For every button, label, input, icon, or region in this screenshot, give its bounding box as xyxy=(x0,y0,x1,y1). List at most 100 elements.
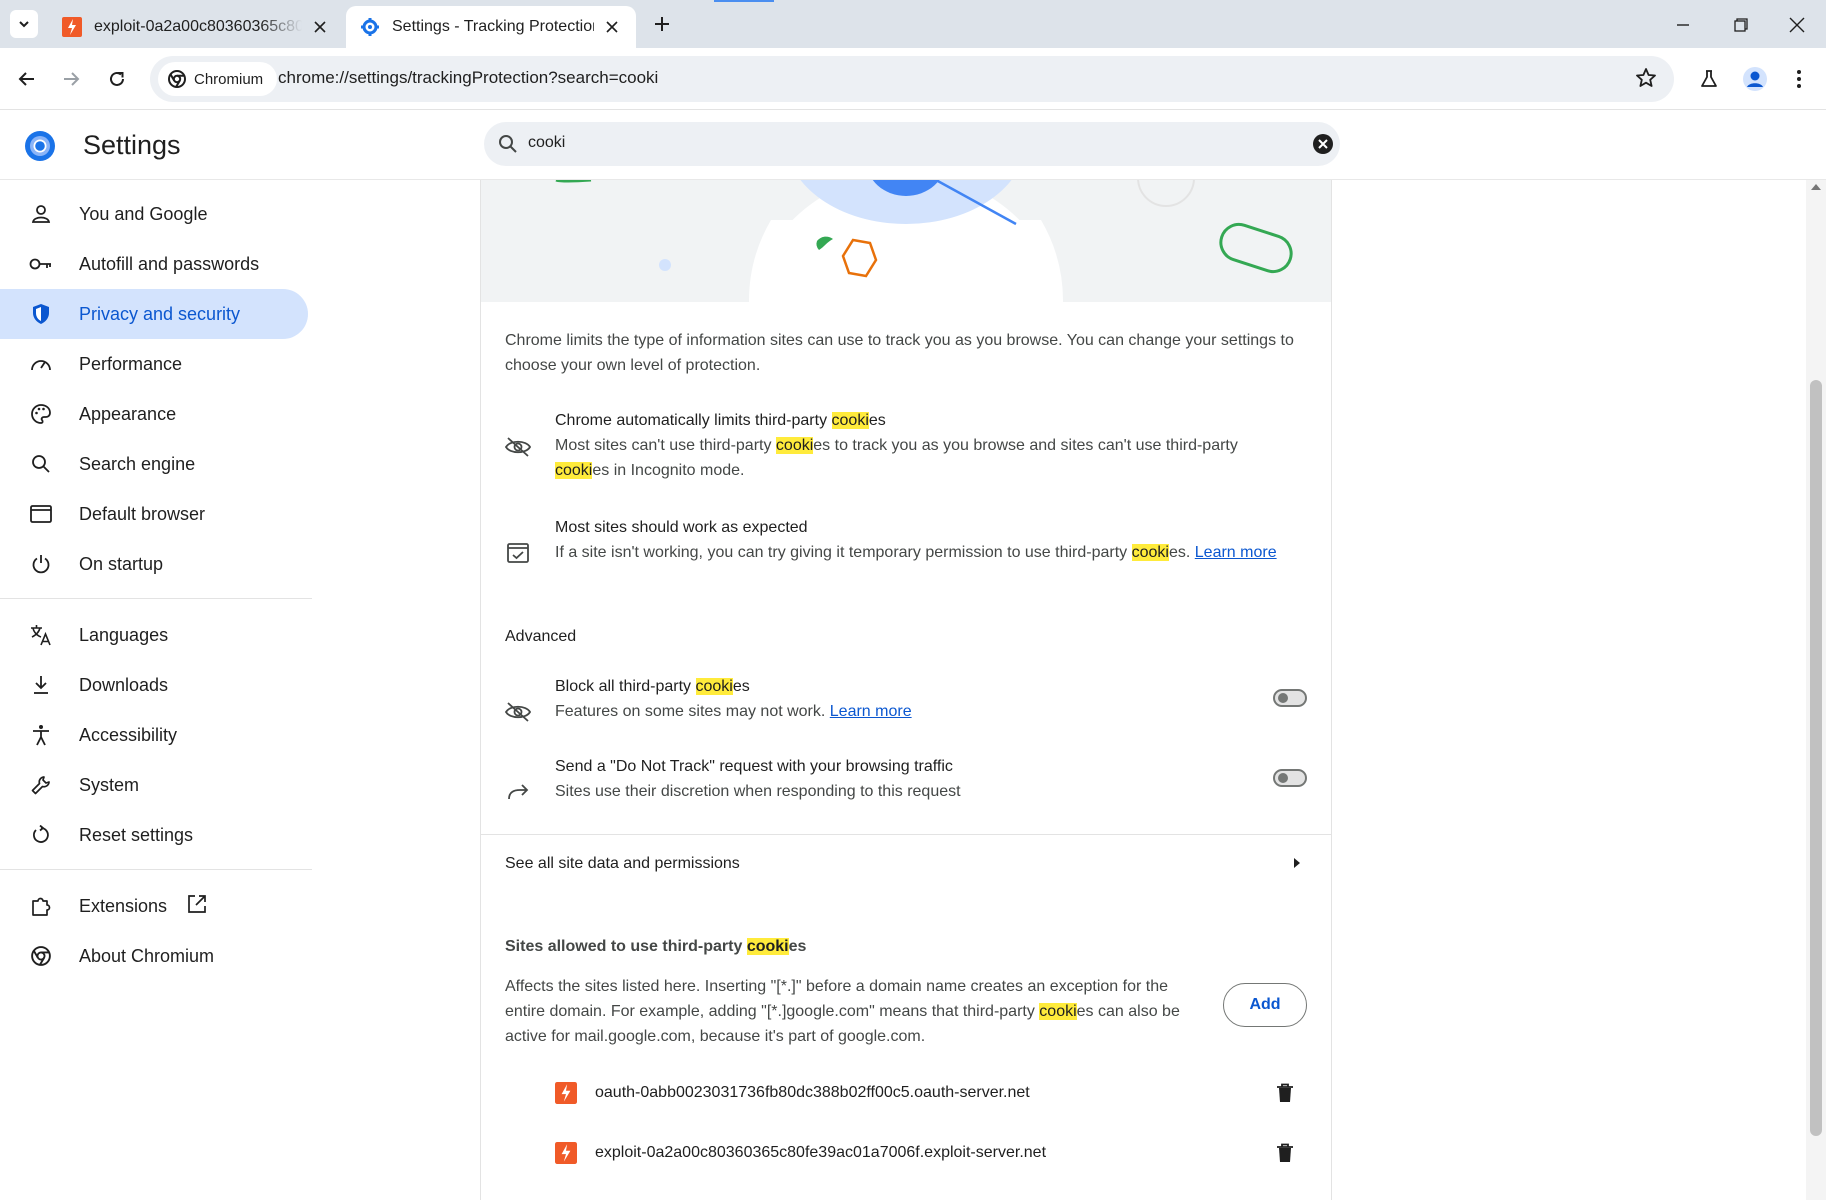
add-site-button[interactable]: Add xyxy=(1223,983,1307,1027)
url-text[interactable]: chrome://settings/trackingProtection?sea… xyxy=(278,68,658,88)
see-all-site-data-row[interactable]: See all site data and permissions xyxy=(481,835,1331,891)
tab-settings[interactable]: Settings - Tracking Protection xyxy=(346,6,636,48)
dnt-title: Send a "Do Not Track" request with your … xyxy=(555,758,953,775)
block-third-party-toggle[interactable] xyxy=(1273,689,1307,707)
minimize-button[interactable] xyxy=(1668,10,1698,40)
profile-button[interactable] xyxy=(1740,64,1770,94)
tab-strip: exploit-0a2a00c80360365c80fe39ac01a7006f… xyxy=(0,0,1826,48)
tab-strip-accent xyxy=(714,0,774,2)
do-not-track-toggle[interactable] xyxy=(1273,769,1307,787)
trash-icon[interactable] xyxy=(1273,1081,1297,1105)
arrow-right-icon xyxy=(1294,858,1300,868)
sidebar-item-appearance[interactable]: Appearance xyxy=(0,389,308,439)
new-tab-button[interactable] xyxy=(650,12,674,36)
scroll-up-arrow[interactable] xyxy=(1811,184,1821,190)
restore-icon xyxy=(1734,18,1748,32)
sidebar-item-autofill[interactable]: Autofill and passwords xyxy=(0,239,308,289)
reload-button[interactable] xyxy=(102,64,132,94)
advanced-heading: Advanced xyxy=(505,628,577,645)
sidebar-item-system[interactable]: System xyxy=(0,760,308,810)
sidebar-item-on-startup[interactable]: On startup xyxy=(0,539,308,589)
sidebar-item-downloads[interactable]: Downloads xyxy=(0,660,308,710)
restore-button[interactable] xyxy=(1726,10,1756,40)
trash-icon[interactable] xyxy=(1273,1141,1297,1165)
sidebar-item-label: On startup xyxy=(79,553,164,574)
forward-button[interactable] xyxy=(56,64,86,94)
toggle-knob xyxy=(1278,693,1288,703)
expected-title: Most sites should work as expected xyxy=(555,519,808,536)
menu-button[interactable] xyxy=(1784,64,1814,94)
back-button[interactable] xyxy=(12,64,42,94)
sidebar-item-languages[interactable]: Languages xyxy=(0,610,308,660)
allowed-site-row: oauth-0abb0023031736fb80dc388b02ff00c5.o… xyxy=(555,1073,1315,1113)
search-value[interactable]: cooki xyxy=(528,134,565,152)
flask-icon xyxy=(1701,70,1717,87)
arrow-left-icon xyxy=(18,72,34,86)
sidebar-item-search-engine[interactable]: Search engine xyxy=(0,439,308,489)
page-title: Settings xyxy=(83,130,181,160)
dnt-description: Sites use their discretion when respondi… xyxy=(555,783,961,800)
redirect-arrow-icon xyxy=(505,779,531,805)
eye-off-icon xyxy=(505,434,531,460)
kebab-menu-icon xyxy=(1797,70,1801,88)
sidebar-item-label: Accessibility xyxy=(79,724,178,745)
limits-title: Chrome automatically limits third-party … xyxy=(555,412,886,429)
sidebar-item-reset-settings[interactable]: Reset settings xyxy=(0,810,308,860)
intro-text: Chrome limits the type of information si… xyxy=(505,332,1294,374)
sidebar-item-label: System xyxy=(79,774,140,795)
learn-more-link[interactable]: Learn more xyxy=(830,703,912,720)
sidebar-item-extensions[interactable]: Extensions xyxy=(0,881,308,931)
tab-exploit-server[interactable]: exploit-0a2a00c80360365c80fe39ac01a7006f… xyxy=(48,6,344,48)
site-chip-label: Chromium xyxy=(194,70,264,88)
browser-toolbar: Chromium chrome://settings/trackingProte… xyxy=(0,48,1826,110)
plus-icon xyxy=(655,17,669,31)
close-tab-icon[interactable] xyxy=(602,17,622,37)
labs-button[interactable] xyxy=(1694,64,1724,94)
close-tab-icon[interactable] xyxy=(310,17,330,37)
chromium-icon xyxy=(168,70,186,88)
site-info-chip[interactable]: Chromium xyxy=(158,62,278,96)
expected-description: If a site isn't working, you can try giv… xyxy=(555,544,1277,561)
sidebar-item-label: Autofill and passwords xyxy=(79,253,260,274)
tracking-protection-card: Chrome limits the type of information si… xyxy=(480,180,1332,1200)
sidebar-item-performance[interactable]: Performance xyxy=(0,339,308,389)
external-link-icon xyxy=(187,894,207,919)
sidebar-item-accessibility[interactable]: Accessibility xyxy=(0,710,308,760)
site-name: oauth-0abb0023031736fb80dc388b02ff00c5.o… xyxy=(595,1084,1030,1101)
address-bar[interactable]: Chromium chrome://settings/trackingProte… xyxy=(150,56,1674,102)
bookmark-star-icon[interactable] xyxy=(1634,66,1658,95)
settings-search-input[interactable]: cooki xyxy=(484,122,1340,166)
minimize-icon xyxy=(1677,24,1689,26)
site-favicon-icon xyxy=(555,1142,577,1164)
puzzle-icon xyxy=(29,894,53,918)
chromium-logo-icon xyxy=(25,131,55,161)
tracking-protection-illustration xyxy=(481,180,1331,302)
search-icon xyxy=(29,452,53,476)
web-check-icon xyxy=(505,540,531,566)
tab-title: exploit-0a2a00c80360365c80fe39ac01a7006f… xyxy=(94,18,302,35)
see-all-label: See all site data and permissions xyxy=(505,855,740,872)
search-icon xyxy=(499,135,517,153)
translate-icon xyxy=(29,623,53,647)
exploit-server-favicon-icon xyxy=(62,17,82,37)
close-window-button[interactable] xyxy=(1782,10,1812,40)
scrollbar-thumb[interactable] xyxy=(1810,380,1822,1136)
page-scrollbar[interactable] xyxy=(1806,180,1826,1200)
close-icon xyxy=(1789,17,1805,33)
clear-search-icon[interactable] xyxy=(1312,133,1334,160)
browser-window-icon xyxy=(29,502,53,526)
chromium-icon xyxy=(29,944,53,968)
allowed-site-row: exploit-0a2a00c80360365c80fe39ac01a7006f… xyxy=(555,1133,1315,1173)
allowed-sites-description: Affects the sites listed here. Inserting… xyxy=(505,978,1180,1045)
sidebar-item-default-browser[interactable]: Default browser xyxy=(0,489,308,539)
sidebar-item-label: You and Google xyxy=(79,203,208,224)
shield-icon xyxy=(29,302,53,326)
tab-search-button[interactable] xyxy=(10,10,38,38)
sidebar-item-label: Extensions xyxy=(79,895,168,916)
gauge-icon xyxy=(29,352,53,376)
learn-more-link[interactable]: Learn more xyxy=(1195,544,1277,561)
gear-icon xyxy=(361,18,379,36)
sidebar-item-privacy[interactable]: Privacy and security xyxy=(0,289,308,339)
sidebar-item-you-and-google[interactable]: You and Google xyxy=(0,189,308,239)
sidebar-item-about[interactable]: About Chromium xyxy=(0,931,308,981)
